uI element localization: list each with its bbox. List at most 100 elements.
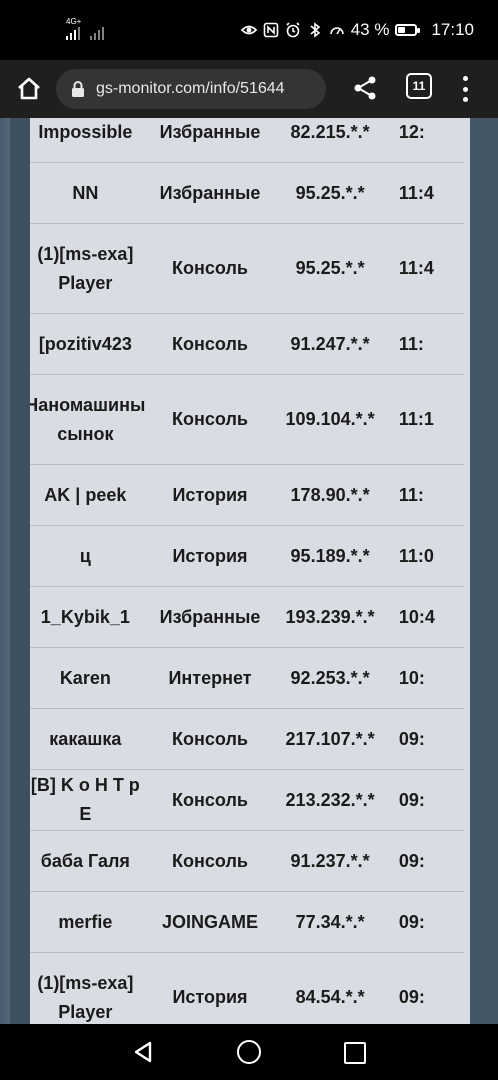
player-name-cell-text: Karen [59,667,111,688]
lock-icon[interactable] [70,80,86,98]
ip-cell-text: 213.232.*.* [285,789,375,810]
time-cell-text: 11:4 [398,182,434,203]
recents-icon[interactable] [344,1042,366,1064]
player-name-cell: Наномашины сынок [30,374,147,465]
signal-indicators: 4G+ [66,17,104,40]
battery-percent: 43 % [350,20,390,39]
source-cell: Избранные [146,118,274,163]
network-type-label: 4G+ [66,17,82,26]
source-cell: Консоль [146,830,274,892]
player-name-cell: ц [30,525,147,587]
player-name-cell: (1)[ms-exa] Player [30,952,147,1024]
time-cell: 11: [386,313,464,375]
tab-count: 11 [412,79,426,93]
source-cell: Интернет [146,647,274,709]
time-cell-text: 09: [398,850,425,871]
ip-cell-text: 95.25.*.* [295,258,365,278]
alarm-icon [286,22,300,38]
tabs-icon[interactable]: 11 [406,73,432,99]
home-circle-icon[interactable] [237,1040,261,1064]
time-cell: 11:4 [386,162,464,224]
time-cell: 11: [386,464,464,526]
source-cell-text: Консоль [172,409,248,429]
time-cell-text: 09: [398,987,425,1007]
ip-cell: 95.25.*.* [273,162,387,224]
browser-toolbar: gs-monitor.com/info/51644 11 [0,60,498,118]
source-cell-text: История [172,484,248,505]
source-cell: Избранные [146,586,274,648]
source-cell-text: История [172,987,248,1007]
page-edge [0,118,10,1024]
player-name-cell-text: (1)[ms-exa] Player [37,972,134,1022]
ip-cell: 193.239.*.* [273,586,387,648]
ip-cell: 178.90.*.* [273,464,387,526]
source-cell: Консоль [146,313,274,375]
player-name-cell: 1_Kybik_1 [30,586,147,648]
table-row[interactable]: 1_Kybik_1 Избранные 193.239.*.* 10:4 [30,586,464,648]
back-icon[interactable] [132,1041,154,1063]
table-row[interactable]: [B] K o H T p E Консоль 213.232.*.* 09: [30,769,464,831]
status-bar: 4G+ 43 % 17:10 [0,0,498,60]
table-row[interactable]: Наномашины сынок Консоль 109.104.*.* 11:1 [30,374,464,465]
share-icon[interactable] [352,74,378,102]
time-cell-text: 11:1 [398,409,434,429]
table-row[interactable]: ц История 95.189.*.* 11:0 [30,525,464,587]
source-cell: История [146,525,274,587]
ip-cell-text: 91.237.*.* [290,850,370,871]
source-cell-text: Консоль [172,258,248,278]
signal-strength-2-icon [90,26,104,40]
player-name-cell: [pozitiv423 [30,313,147,375]
status-icons: 43 % 17:10 [240,20,474,40]
more-menu-icon[interactable] [455,74,475,104]
system-nav-bar [0,1024,498,1080]
address-bar[interactable]: gs-monitor.com/info/51644 [56,69,326,109]
table-row[interactable]: NN Избранные 95.25.*.* 11:4 [30,162,464,224]
ip-cell: 77.34.*.* [273,891,387,953]
player-name-cell-text: ц [79,545,91,566]
table-row[interactable]: баба Галя Консоль 91.237.*.* 09: [30,830,464,892]
player-name-cell-text: NN [72,182,99,203]
player-name-cell: баба Галя [30,830,147,892]
time-cell-text: 11:4 [398,258,434,278]
signal-strength-icon [66,26,80,40]
time-cell: 12: [386,118,464,163]
ip-cell: 95.189.*.* [273,525,387,587]
source-cell-text: Интернет [168,667,252,688]
table-row[interactable]: AK | peek История 178.90.*.* 11: [30,464,464,526]
time-cell-text: 10:4 [398,606,435,627]
table-row[interactable]: Karen Интернет 92.253.*.* 10: [30,647,464,709]
player-name-cell: [B] K o H T p E [30,769,147,831]
source-cell-text: Избранные [159,606,261,627]
nfc-icon [263,22,279,38]
eye-icon [240,25,257,35]
source-cell-text: Консоль [172,728,248,749]
source-cell-text: История [172,545,248,566]
ip-cell: 84.54.*.* [273,952,387,1024]
ip-cell-text: 82.215.*.* [290,121,370,142]
source-cell: История [146,952,274,1024]
ip-cell-text: 95.189.*.* [290,545,370,566]
table-row[interactable]: (1)[ms-exa] Player Консоль 95.25.*.* 11:4 [30,223,464,314]
table-row[interactable]: [pozitiv423 Консоль 91.247.*.* 11: [30,313,464,375]
source-cell-text: Избранные [159,182,261,203]
ip-cell-text: 84.54.*.* [295,987,365,1007]
player-name-cell-text: AK | peek [44,484,127,505]
time-cell: 09: [386,830,464,892]
player-name-cell-text: баба Галя [40,850,130,871]
time-cell: 09: [386,708,464,770]
table-row[interactable]: (1)[ms-exa] Player История 84.54.*.* 09: [30,952,464,1024]
table-row[interactable]: какашка Консоль 217.107.*.* 09: [30,708,464,770]
player-name-cell-text: [pozitiv423 [38,333,132,354]
time-cell: 09: [386,769,464,831]
player-name-cell: NN [30,162,147,224]
ip-cell-text: 92.253.*.* [290,667,370,688]
source-cell-text: Консоль [172,850,248,871]
time-cell-text: 11: [398,333,424,354]
home-icon[interactable] [14,74,44,104]
table-row[interactable]: Impossible Избранные 82.215.*.* 12: [30,118,464,163]
ip-cell-text: 91.247.*.* [290,333,370,354]
source-cell-text: JOINGAME [161,911,258,932]
ip-cell: 217.107.*.* [273,708,387,770]
source-cell: JOINGAME [146,891,274,953]
table-row[interactable]: merfie JOINGAME 77.34.*.* 09: [30,891,464,953]
